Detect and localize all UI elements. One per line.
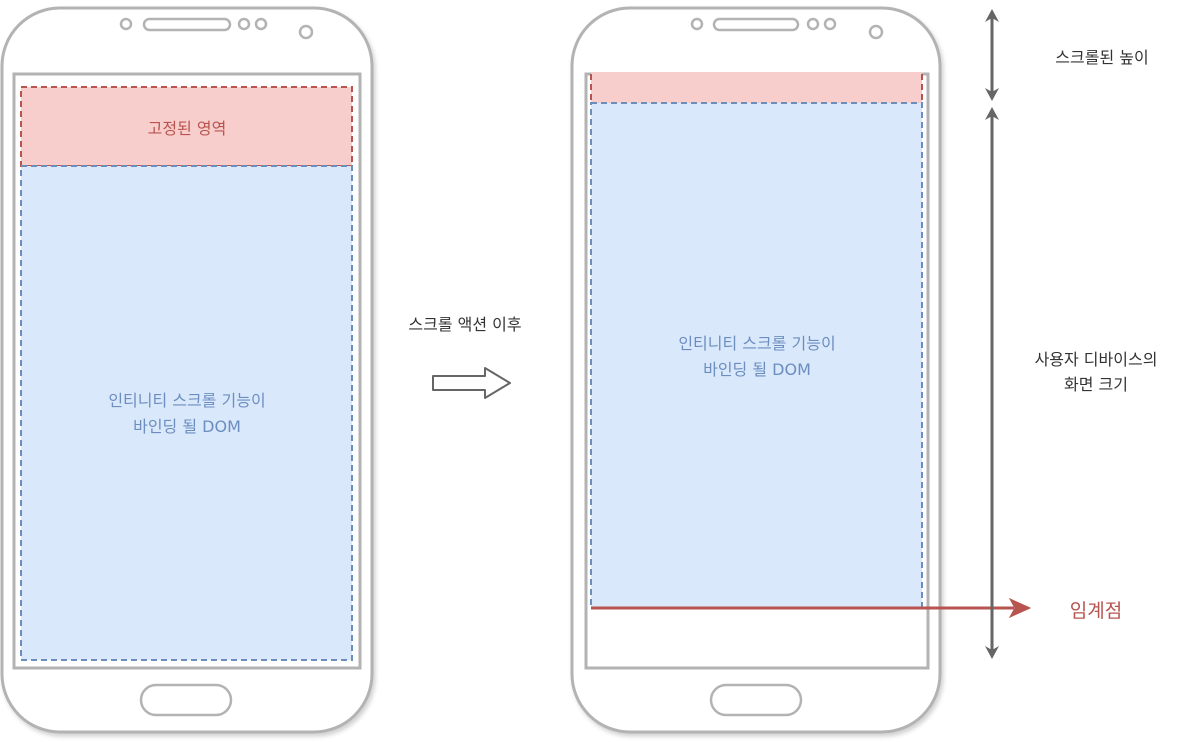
threshold-label: 임계점 bbox=[1070, 600, 1122, 622]
left-fixed-area-label: 고정된 영역 bbox=[148, 119, 227, 138]
screen-size-dimension: 사용자 디바이스의 화면 크기 bbox=[985, 107, 1157, 659]
right-fixed-area bbox=[591, 72, 922, 103]
scrolled-height-dimension: 스크롤된 높이 bbox=[985, 9, 1149, 101]
transition-label: 스크롤 액션 이후 bbox=[408, 315, 521, 334]
left-dom-label-line2: 바인딩 될 DOM bbox=[133, 417, 241, 436]
left-dom-label-line1: 인티니티 스크롤 기능이 bbox=[108, 391, 265, 410]
transition-arrow bbox=[432, 367, 511, 399]
diagram-canvas: 고정된 영역 인티니티 스크롤 기능이 바인딩 될 DOM 스크롤 액션 이후 … bbox=[0, 6, 1157, 734]
right-dom-label-line1: 인티니티 스크롤 기능이 bbox=[678, 334, 835, 353]
screen-size-label-line2: 화면 크기 bbox=[1064, 375, 1128, 394]
left-phone: 고정된 영역 인티니티 스크롤 기능이 바인딩 될 DOM bbox=[0, 6, 374, 734]
right-phone: 인티니티 스크롤 기능이 바인딩 될 DOM bbox=[570, 6, 942, 734]
left-dom-area bbox=[20, 165, 353, 661]
screen-size-label-line1: 사용자 디바이스의 bbox=[1035, 350, 1158, 369]
right-dom-area bbox=[590, 102, 923, 609]
transition: 스크롤 액션 이후 bbox=[408, 315, 522, 399]
right-dom-label-line2: 바인딩 될 DOM bbox=[703, 360, 811, 379]
scrolled-height-label: 스크롤된 높이 bbox=[1055, 48, 1148, 67]
